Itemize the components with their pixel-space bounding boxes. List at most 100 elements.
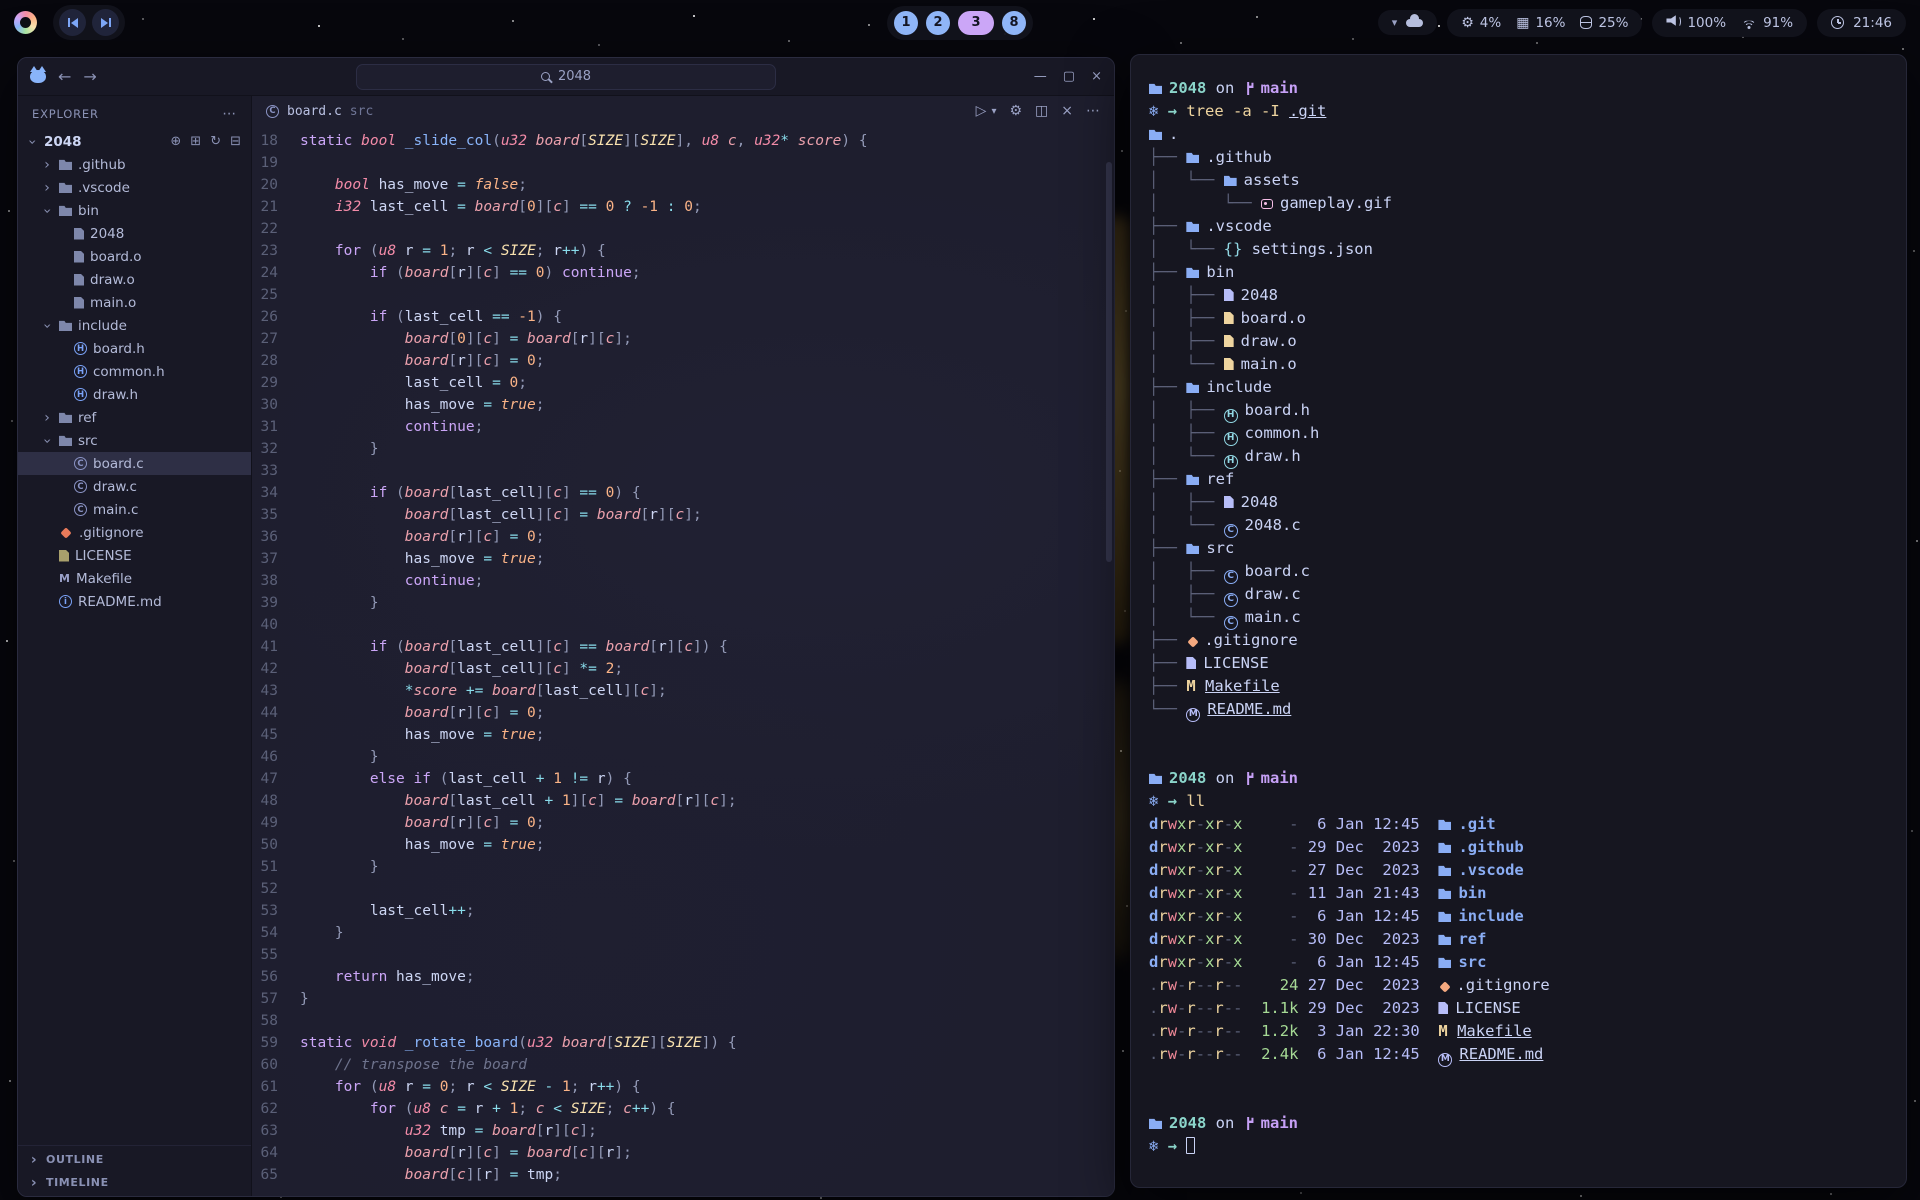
back-button[interactable]: ← [58, 67, 71, 86]
ic-branch [1244, 82, 1254, 95]
tree-item-main.c[interactable]: ›Cmain.c [18, 498, 251, 521]
more-actions-button[interactable]: ⋯ [1086, 103, 1100, 119]
tree-item-ref[interactable]: ›ref [18, 406, 251, 429]
terminal-cursor [1186, 1137, 1195, 1154]
tree-item-README.md[interactable]: ›iREADME.md [18, 590, 251, 613]
outline-section[interactable]: › OUTLINE [18, 1148, 251, 1171]
tree-item-.gitignore[interactable]: ›.gitignore [18, 521, 251, 544]
tree-item-draw.h[interactable]: ›Hdraw.h [18, 383, 251, 406]
tree-item-bin[interactable]: ›bin [18, 199, 251, 222]
terminal-line: │ ├── Hboard.h [1149, 399, 1888, 422]
tree-item-board.o[interactable]: ›board.o [18, 245, 251, 268]
terminal-line [1149, 1089, 1888, 1112]
editor-scrollbar[interactable] [1104, 126, 1114, 1196]
breadcrumb[interactable]: C board.c src [266, 104, 373, 119]
terminal-line: ├── .github [1149, 146, 1888, 169]
launcher-icon[interactable] [14, 11, 37, 34]
ic-file [1224, 289, 1234, 301]
media-prev-button[interactable] [59, 9, 86, 36]
maximize-button[interactable]: ▢ [1063, 69, 1075, 84]
ic-folder [1438, 911, 1451, 922]
editor-window: ← → 2048 — ▢ × EXPLORER ⋯ ›2048⊕⊞↻⊟›.git… [17, 57, 1115, 1197]
run-dropdown-icon[interactable]: ▾ [991, 106, 996, 117]
tree-item-board.c[interactable]: ›Cboard.c [18, 452, 251, 475]
explorer-more-button[interactable]: ⋯ [222, 106, 237, 122]
workspace-3[interactable]: 3 [958, 11, 994, 35]
gear-icon: ⚙ [1461, 16, 1474, 30]
command-center-search[interactable]: 2048 [356, 64, 776, 90]
folder-icon [59, 182, 72, 193]
tree-item-Makefile[interactable]: ›MMakefile [18, 567, 251, 590]
tree-item-.vscode[interactable]: ›.vscode [18, 176, 251, 199]
folder-icon [59, 205, 72, 216]
code-line-49: 49 board[r][c] = 0; [252, 812, 1114, 834]
tree-item-label: board.h [93, 341, 145, 357]
code-line-53: 53 last_cell++; [252, 900, 1114, 922]
tree-item-LICENSE[interactable]: ›LICENSE [18, 544, 251, 567]
close-button[interactable]: × [1091, 69, 1102, 84]
license-icon [59, 550, 69, 562]
editor-titlebar[interactable]: ← → 2048 — ▢ × [18, 58, 1114, 96]
c-icon: C [74, 480, 87, 493]
tree-item-draw.c[interactable]: ›Cdraw.c [18, 475, 251, 498]
tree-item-src[interactable]: ›src [18, 429, 251, 452]
terminal-line: │ └── {} settings.json [1149, 238, 1888, 261]
new-file-button[interactable]: ⊕ [170, 134, 181, 149]
terminal-line: │ └── main.o [1149, 353, 1888, 376]
volume-stat[interactable]: 100% [1666, 15, 1726, 31]
folder-icon [59, 435, 72, 446]
code-line-41: 41 if (board[last_cell][c] == board[r][c… [252, 636, 1114, 658]
ic-file [1438, 1002, 1448, 1014]
make-icon: M [59, 572, 70, 585]
readme-icon: i [59, 595, 72, 608]
workspace-2[interactable]: 2 [926, 11, 950, 35]
tree-item-draw.o[interactable]: ›draw.o [18, 268, 251, 291]
close-editor-button[interactable]: × [1061, 103, 1073, 119]
code-editor[interactable]: 18static bool _slide_col(u32 board[SIZE]… [252, 126, 1114, 1196]
workspace-1[interactable]: 1 [894, 11, 918, 35]
chevron-right-icon: › [41, 410, 53, 426]
skip-next-icon [101, 18, 111, 28]
terminal-line: └── MREADME.md [1149, 698, 1888, 721]
forward-button[interactable]: → [83, 67, 96, 86]
ic-img [1261, 199, 1273, 209]
code-line-65: 65 board[c][r] = tmp; [252, 1164, 1114, 1186]
file-type-badge: M [1186, 708, 1200, 722]
file-tree: ›2048⊕⊞↻⊟›.github›.vscode›bin›2048›board… [18, 130, 251, 1145]
tree-item-2048[interactable]: ›2048 [18, 222, 251, 245]
terminal-line: drwxr-xr-x - 30 Dec 2023 ref [1149, 928, 1888, 951]
tree-item-board.h[interactable]: ›Hboard.h [18, 337, 251, 360]
media-next-button[interactable] [92, 9, 119, 36]
split-editor-button[interactable]: ◫ [1035, 103, 1048, 119]
tree-item-label: board.o [90, 249, 142, 265]
new-folder-button[interactable]: ⊞ [190, 134, 201, 149]
explorer-sidebar: EXPLORER ⋯ ›2048⊕⊞↻⊟›.github›.vscode›bin… [18, 96, 252, 1196]
code-line-62: 62 for (u8 c = r + 1; c < SIZE; c++) { [252, 1098, 1114, 1120]
run-button[interactable]: ▷ [976, 103, 987, 119]
collapse-folders-button[interactable]: ⊟ [230, 134, 241, 149]
weather-widget[interactable]: ▾ [1378, 10, 1438, 35]
minimize-button[interactable]: — [1034, 69, 1047, 84]
ic-file [1224, 358, 1234, 370]
tree-item-main.o[interactable]: ›main.o [18, 291, 251, 314]
clock-widget[interactable]: 21:46 [1817, 9, 1906, 37]
code-line-43: 43 *score += board[last_cell][c]; [252, 680, 1114, 702]
tree-item-.github[interactable]: ›.github [18, 153, 251, 176]
terminal-line: │ ├── board.o [1149, 307, 1888, 330]
timeline-section[interactable]: › TIMELINE [18, 1171, 251, 1194]
tree-item-include[interactable]: ›include [18, 314, 251, 337]
tree-item-2048[interactable]: ›2048⊕⊞↻⊟ [18, 130, 251, 153]
wifi-stat[interactable]: 91% [1741, 15, 1793, 31]
workspace-8[interactable]: 8 [1002, 11, 1026, 35]
file-type-badge: C [1224, 570, 1238, 584]
breadcrumb-dir: src [350, 104, 373, 119]
tree-item-common.h[interactable]: ›Hcommon.h [18, 360, 251, 383]
ic-file [1224, 312, 1234, 324]
terminal-line [1149, 744, 1888, 767]
code-line-23: 23 for (u8 r = 1; r < SIZE; r++) { [252, 240, 1114, 262]
settings-gear-icon[interactable]: ⚙ [1009, 103, 1022, 119]
terminal-line: . [1149, 123, 1888, 146]
terminal-window[interactable]: 2048 on main❄ → tree -a -I .git.├── .git… [1130, 54, 1907, 1188]
refresh-explorer-button[interactable]: ↻ [210, 134, 221, 149]
scrollbar-thumb[interactable] [1106, 162, 1112, 562]
